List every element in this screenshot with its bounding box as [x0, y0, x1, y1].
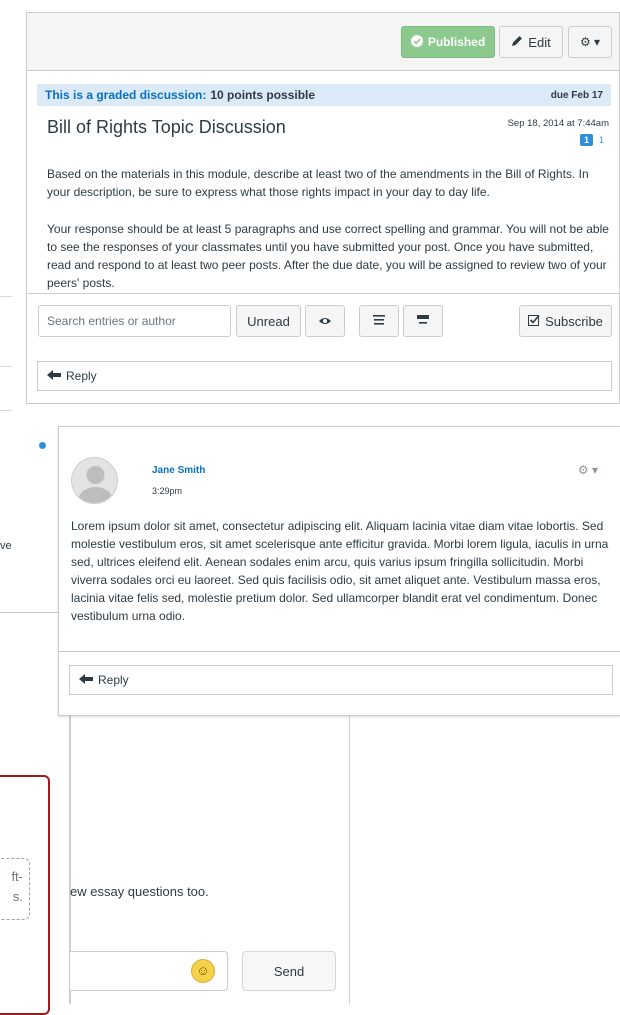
points-possible: 10 points possible — [210, 88, 316, 102]
reply-button[interactable]: Reply — [37, 361, 612, 391]
discussion-prompt-paragraph: Your response should be at least 5 parag… — [47, 222, 609, 290]
graded-banner: This is a graded discussion: 10 points p… — [37, 84, 611, 106]
reply-arrow-icon — [47, 369, 61, 383]
discussion-entry: Jane Smith 3:29pm ⚙ ▾ Lorem ipsum dolor … — [58, 426, 620, 716]
gear-icon: ⚙ ▾ — [579, 35, 601, 49]
due-date: due Feb 17 — [550, 89, 603, 101]
entry-time: 3:29pm — [152, 486, 183, 496]
discussion-prompt-paragraph: Based on the materials in this module, d… — [47, 167, 589, 199]
avatar[interactable] — [71, 457, 118, 504]
pencil-icon — [511, 35, 523, 50]
graded-label: This is a graded discussion: — [45, 88, 207, 102]
edit-button[interactable]: Edit — [499, 26, 563, 58]
check-square-icon — [528, 314, 540, 329]
unread-indicator — [39, 442, 46, 449]
total-count-badge: 1 — [598, 135, 604, 145]
settings-menu-button[interactable]: ⚙ ▾ — [568, 26, 612, 58]
emoji-icon[interactable]: ☺ — [191, 959, 215, 983]
collapse-icon — [417, 313, 429, 330]
unread-count-badge: 1 — [579, 134, 593, 146]
entry-reply-button[interactable]: Reply — [69, 665, 613, 695]
search-input[interactable]: Search entries or author — [38, 305, 231, 337]
post-date: Sep 18, 2014 at 7:44am — [507, 118, 609, 129]
chat-message-input[interactable]: ☺ — [70, 951, 228, 991]
unread-filter-button[interactable]: Unread — [236, 305, 301, 337]
reply-arrow-icon — [79, 673, 93, 687]
discussion-panel: Published Edit ⚙ ▾ This is a graded disc… — [26, 12, 620, 404]
eye-icon — [318, 314, 332, 329]
expand-threads-button[interactable] — [359, 305, 399, 337]
send-button[interactable]: Send — [242, 951, 336, 991]
reply-counts: 1 1 — [579, 134, 607, 146]
entry-body: Lorem ipsum dolor sit amet, consectetur … — [71, 519, 609, 623]
mark-all-read-button[interactable] — [305, 305, 345, 337]
discussion-toolbar: Published Edit ⚙ ▾ — [27, 13, 619, 71]
subscribe-button[interactable]: Subscribe — [519, 305, 612, 337]
chat-message: ew essay questions too. — [70, 884, 209, 899]
discussion-title: Bill of Rights Topic Discussion — [47, 117, 286, 137]
entry-divider — [59, 651, 620, 652]
collapse-threads-button[interactable] — [403, 305, 443, 337]
background-text-fragment: ve — [0, 540, 12, 552]
dashed-note: ft- s. — [0, 858, 30, 920]
author-name[interactable]: Jane Smith — [152, 465, 205, 476]
filter-divider — [27, 293, 619, 294]
published-button[interactable]: Published — [401, 26, 495, 58]
entry-settings-icon[interactable]: ⚙ ▾ — [578, 463, 598, 477]
expand-icon — [373, 313, 385, 330]
check-circle-icon — [410, 34, 423, 50]
